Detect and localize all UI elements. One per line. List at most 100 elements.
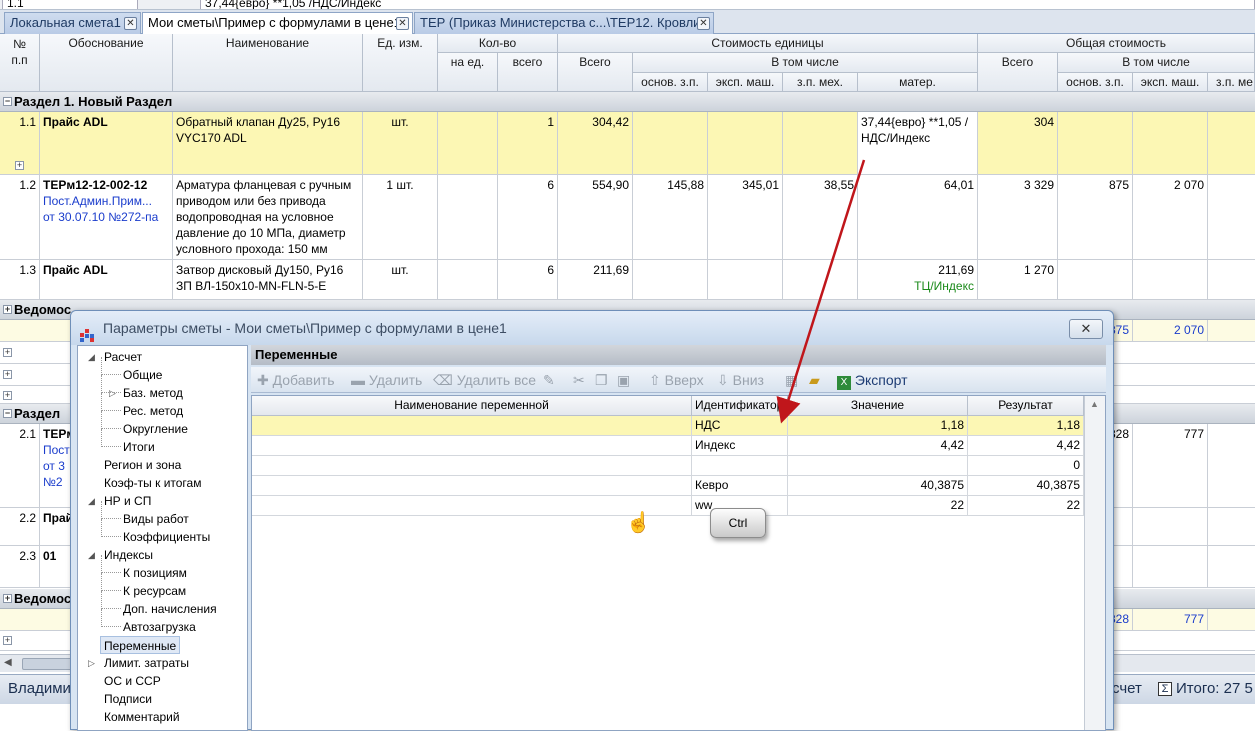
col-var-result[interactable]: Результат	[968, 396, 1084, 416]
value-link[interactable]: 777	[1133, 609, 1208, 630]
variable-result-cell[interactable]: 22	[968, 496, 1084, 516]
dialog-titlebar[interactable]: Параметры сметы - Мои сметы\Пример с фор…	[71, 311, 1113, 345]
col-unit[interactable]: Ед. изм.	[363, 34, 438, 92]
tree-item[interactable]: ▷ Лимит. затраты	[88, 654, 189, 672]
variable-name-cell[interactable]	[252, 476, 692, 496]
tree-item[interactable]: Итоги	[101, 429, 155, 456]
value-link[interactable]: 2 070	[1133, 320, 1208, 341]
close-icon[interactable]: ✕	[1069, 319, 1103, 339]
col-basis[interactable]: Обоснование	[40, 34, 173, 92]
tree-item[interactable]: Общие	[101, 357, 162, 384]
variable-row[interactable]: 0	[252, 456, 1084, 476]
expand-icon[interactable]: +	[3, 370, 12, 379]
variable-value-cell[interactable]: 4,42	[788, 436, 968, 456]
close-icon[interactable]: ✕	[396, 17, 409, 30]
col-tc-eksp[interactable]: эксп. маш.	[1133, 73, 1208, 92]
col-uc-zpmeh[interactable]: з.п. мех.	[783, 73, 858, 92]
tree-item[interactable]: ▷ Баз. метод	[101, 375, 183, 402]
col-uc-mater[interactable]: матер.	[858, 73, 978, 92]
tree-item[interactable]: К позициям	[101, 555, 187, 582]
variable-row[interactable]: Кевро 40,3875 40,3875	[252, 476, 1084, 496]
move-down-button[interactable]: ⇩ Вниз	[717, 371, 764, 389]
variable-id-cell[interactable]: НДС	[692, 416, 788, 436]
row-basis-note[interactable]: Пост.Админ.Прим... от 30.07.10 №272-па	[43, 193, 163, 225]
variable-id-cell[interactable]: Кевро	[692, 476, 788, 496]
section-row[interactable]: − Раздел 1. Новый Раздел	[0, 92, 1255, 112]
folder-icon[interactable]: ▰	[809, 371, 820, 389]
variable-result-cell[interactable]: 4,42	[968, 436, 1084, 456]
collapse-icon[interactable]: ◢	[88, 492, 95, 510]
tree-item[interactable]: Подписи	[104, 690, 152, 708]
table-row[interactable]: 1.3 Прайс ADL Затвор дисковый Ду150, Ру1…	[0, 260, 1255, 300]
col-tc-zpmeh[interactable]: з.п. ме	[1208, 73, 1255, 92]
col-tc-total[interactable]: Всего	[978, 53, 1058, 92]
collapse-icon[interactable]: −	[3, 409, 12, 418]
close-icon[interactable]: ✕	[697, 17, 710, 30]
tree-item[interactable]: Округление	[101, 411, 188, 438]
cut-icon[interactable]: ✂	[573, 371, 585, 389]
close-icon[interactable]: ✕	[124, 17, 137, 30]
tree-item[interactable]: Рес. метод	[101, 393, 183, 420]
collapse-icon[interactable]: ◢	[88, 348, 95, 366]
row-mater-formula[interactable]: 37,44{евро} **1,05 /НДС/Индекс	[858, 112, 978, 174]
tree-item[interactable]: Регион и зона	[104, 456, 181, 474]
add-button[interactable]: ✚ Добавить	[257, 371, 335, 389]
variable-row[interactable]: ww 22 22	[252, 496, 1084, 516]
col-uc-total[interactable]: Всего	[558, 53, 633, 92]
variable-name-cell[interactable]	[252, 416, 692, 436]
formula-input[interactable]: 37,44{евро} **1,05 /НДС/Индекс	[200, 0, 1255, 9]
variable-row[interactable]: Индекс 4,42 4,42	[252, 436, 1084, 456]
expand-icon[interactable]: +	[3, 305, 12, 314]
variable-value-cell[interactable]: 22	[788, 496, 968, 516]
variable-result-cell[interactable]: 40,3875	[968, 476, 1084, 496]
sigma-icon[interactable]: Σ	[1158, 682, 1172, 696]
variable-result-cell[interactable]: 0	[968, 456, 1084, 476]
variable-id-cell[interactable]: Индекс	[692, 436, 788, 456]
variable-value-cell[interactable]	[788, 456, 968, 476]
table-row[interactable]: 1.1 + Прайс ADL Обратный клапан Ду25, Ру…	[0, 112, 1255, 175]
col-uc-osn[interactable]: основ. з.п.	[633, 73, 708, 92]
remove-button[interactable]: ▬ Удалить	[351, 371, 422, 389]
tree-item[interactable]: Доп. начисления	[101, 591, 217, 618]
tree-item[interactable]: К ресурсам	[101, 573, 186, 600]
status-recalc[interactable]: счет	[1112, 675, 1142, 703]
scroll-left-icon[interactable]: ◀	[4, 657, 12, 668]
col-num[interactable]: № п.п	[0, 34, 40, 92]
col-uc-eksp[interactable]: эксп. маш.	[708, 73, 783, 92]
vertical-scrollbar[interactable]: ▲	[1084, 396, 1105, 730]
tree-item[interactable]: ОС и ССР	[104, 672, 161, 690]
col-qty[interactable]: Кол-во	[438, 34, 558, 53]
cell-address[interactable]: 1.1	[2, 0, 138, 9]
variable-name-cell[interactable]	[252, 436, 692, 456]
col-var-name[interactable]: Наименование переменной	[252, 396, 692, 416]
move-up-button[interactable]: ⇧ Вверх	[649, 371, 704, 389]
remove-all-button[interactable]: ⌫ Удалить все	[433, 371, 536, 389]
tab-my-estimates[interactable]: Мои сметы\Пример с формулами в цене1 ✕	[142, 12, 413, 34]
expand-icon[interactable]: +	[3, 391, 12, 400]
tab-ter[interactable]: ТЕР (Приказ Министерства с...\ТЕР12. Кро…	[414, 12, 714, 34]
variable-result-cell[interactable]: 1,18	[968, 416, 1084, 436]
col-qty-per[interactable]: на ед.	[438, 53, 498, 92]
col-tc-osn[interactable]: основ. з.п.	[1058, 73, 1133, 92]
expand-icon[interactable]: +	[15, 161, 24, 170]
tab-local-estimate[interactable]: Локальная смета1 ✕	[4, 12, 141, 34]
col-qty-total[interactable]: всего	[498, 53, 558, 92]
variable-row[interactable]: НДС 1,18 1,18	[252, 416, 1084, 436]
clear-icon[interactable]: ✎	[543, 371, 555, 389]
collapse-icon[interactable]: −	[3, 97, 12, 106]
tree-item[interactable]: Коэф-ты к итогам	[104, 474, 201, 492]
tree-item[interactable]: Виды работ	[101, 501, 189, 528]
expand-icon[interactable]: +	[3, 636, 12, 645]
col-var-id[interactable]: Идентификатор	[692, 396, 788, 416]
tree-item[interactable]: А	[104, 726, 112, 730]
collapse-icon[interactable]: ◢	[88, 546, 95, 564]
expand-icon[interactable]: +	[3, 348, 12, 357]
paste-icon[interactable]: ▣	[617, 371, 630, 389]
tree-item[interactable]: Коэффициенты	[101, 519, 210, 546]
col-total-cost[interactable]: Общая стоимость	[978, 34, 1255, 53]
export-button[interactable]: X Экспорт	[837, 371, 908, 390]
col-name[interactable]: Наименование	[173, 34, 363, 92]
save-icon[interactable]: ▦	[785, 371, 798, 389]
expand-icon[interactable]: +	[3, 594, 12, 603]
variable-value-cell[interactable]: 40,3875	[788, 476, 968, 496]
